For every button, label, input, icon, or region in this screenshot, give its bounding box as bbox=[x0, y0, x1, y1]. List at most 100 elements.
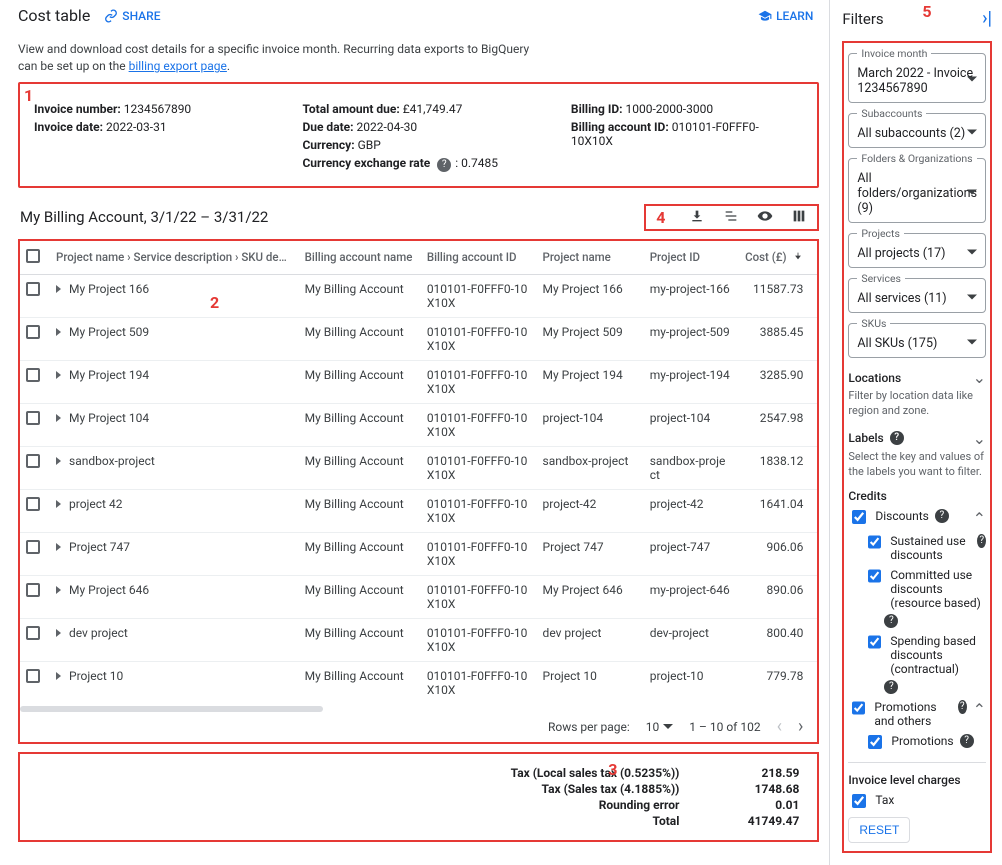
cell-project-name: My Project 194 bbox=[537, 360, 644, 403]
promotions-checkbox[interactable]: Promotions and others?⌃ bbox=[848, 700, 986, 728]
share-label: SHARE bbox=[122, 9, 160, 23]
invoice-date: 2022-03-31 bbox=[106, 120, 167, 134]
expand-row-icon[interactable] bbox=[56, 543, 61, 551]
tax-local: 218.59 bbox=[719, 766, 799, 780]
learn-button[interactable]: LEARN bbox=[758, 9, 819, 23]
currency: GBP bbox=[358, 138, 381, 152]
col-billing-account-id[interactable]: Billing account ID bbox=[421, 241, 537, 275]
table-row[interactable]: My Project 646My Billing Account010101-F… bbox=[20, 575, 817, 618]
table-row[interactable]: Project 747My Billing Account010101-F0FF… bbox=[20, 532, 817, 575]
expand-row-icon[interactable] bbox=[56, 457, 61, 465]
expand-row-icon[interactable] bbox=[56, 285, 61, 293]
tax-checkbox[interactable]: Tax bbox=[848, 793, 986, 811]
table-row[interactable]: My Project 104My Billing Account010101-F… bbox=[20, 403, 817, 446]
table-row[interactable]: My Project 166My Billing Account010101-F… bbox=[20, 274, 817, 317]
subaccounts-select[interactable]: Subaccounts All subaccounts (2) bbox=[848, 113, 986, 148]
table-row[interactable]: My Project 509My Billing Account010101-F… bbox=[20, 317, 817, 360]
row-checkbox[interactable] bbox=[26, 325, 40, 339]
expand-row-icon[interactable] bbox=[56, 586, 61, 594]
labels-section[interactable]: Labels?⌄ Select the key and values of th… bbox=[848, 429, 986, 480]
project-hierarchy: My Project 104 bbox=[69, 411, 149, 425]
expand-row-icon[interactable] bbox=[56, 672, 61, 680]
col-project-id[interactable]: Project ID bbox=[644, 241, 736, 275]
col-billing-account-name[interactable]: Billing account name bbox=[299, 241, 421, 275]
table-row[interactable]: sandbox-projectMy Billing Account010101-… bbox=[20, 446, 817, 489]
row-checkbox[interactable] bbox=[26, 497, 40, 511]
cell-project-id: project-10 bbox=[644, 661, 736, 704]
help-icon[interactable]: ? bbox=[884, 614, 898, 628]
visibility-icon[interactable] bbox=[757, 208, 773, 224]
discounts-checkbox[interactable]: Discounts?⌃ bbox=[848, 509, 986, 528]
collapse-panel-icon[interactable]: ›| bbox=[982, 8, 992, 29]
reset-button[interactable]: RESET bbox=[848, 817, 910, 843]
cell-billing-account-id: 010101-F0FFF0-10X10X bbox=[421, 532, 537, 575]
callout-1: 1 bbox=[24, 86, 33, 105]
row-checkbox[interactable] bbox=[26, 368, 40, 382]
select-all-checkbox[interactable] bbox=[26, 249, 40, 263]
row-checkbox[interactable] bbox=[26, 454, 40, 468]
cell-project-name: My Project 646 bbox=[537, 575, 644, 618]
cell-project-id: sandbox-project bbox=[644, 446, 736, 489]
row-checkbox[interactable] bbox=[26, 540, 40, 554]
sustained-use-checkbox[interactable]: Sustained use discounts? bbox=[864, 534, 986, 562]
columns-icon[interactable] bbox=[791, 208, 807, 224]
cell-billing-account-id: 010101-F0FFF0-10X10X bbox=[421, 446, 537, 489]
tax-sales: 1748.68 bbox=[719, 782, 799, 796]
committed-use-checkbox[interactable]: Committed use discounts (resource based) bbox=[864, 568, 986, 610]
projects-select[interactable]: Projects All projects (17) bbox=[848, 233, 986, 268]
row-checkbox[interactable] bbox=[26, 282, 40, 296]
caret-down-icon bbox=[967, 71, 977, 86]
rows-per-page-select[interactable]: 10 bbox=[646, 720, 674, 734]
skus-select[interactable]: SKUs All SKUs (175) bbox=[848, 323, 986, 358]
graduation-icon bbox=[758, 9, 772, 23]
cell-cost: 2547.98 bbox=[736, 403, 818, 446]
cell-project-name: My Project 509 bbox=[537, 317, 644, 360]
help-icon[interactable]: ? bbox=[890, 431, 904, 445]
cell-project-name: My Project 166 bbox=[537, 274, 644, 317]
row-checkbox[interactable] bbox=[26, 669, 40, 683]
table-row[interactable]: project 42My Billing Account010101-F0FFF… bbox=[20, 489, 817, 532]
invoice-month-select[interactable]: Invoice month March 2022 - Invoice 12345… bbox=[848, 53, 986, 103]
expand-row-icon[interactable] bbox=[56, 414, 61, 422]
row-checkbox[interactable] bbox=[26, 411, 40, 425]
expand-rows-icon[interactable] bbox=[723, 208, 739, 224]
cell-cost: 890.06 bbox=[736, 575, 818, 618]
expand-row-icon[interactable] bbox=[56, 371, 61, 379]
cell-billing-account-name: My Billing Account bbox=[299, 489, 421, 532]
cell-project-id: project-747 bbox=[644, 532, 736, 575]
next-page-button[interactable]: › bbox=[798, 718, 803, 736]
download-icon[interactable] bbox=[689, 208, 705, 224]
spending-based-checkbox[interactable]: Spending based discounts (contractual) bbox=[864, 634, 986, 676]
cell-cost: 3885.45 bbox=[736, 317, 818, 360]
expand-row-icon[interactable] bbox=[56, 629, 61, 637]
cell-cost: 800.40 bbox=[736, 618, 818, 661]
col-cost[interactable]: Cost (£) bbox=[736, 241, 818, 275]
folders-select[interactable]: Folders & Organizations All folders/orga… bbox=[848, 158, 986, 223]
services-select[interactable]: Services All services (11) bbox=[848, 278, 986, 313]
row-checkbox[interactable] bbox=[26, 626, 40, 640]
row-checkbox[interactable] bbox=[26, 583, 40, 597]
expand-row-icon[interactable] bbox=[56, 328, 61, 336]
table-row[interactable]: Project 10My Billing Account010101-F0FFF… bbox=[20, 661, 817, 704]
prev-page-button[interactable]: ‹ bbox=[777, 718, 782, 736]
table-row[interactable]: My Project 194My Billing Account010101-F… bbox=[20, 360, 817, 403]
col-project-name[interactable]: Project name bbox=[537, 241, 644, 275]
intro-text: View and download cost details for a spe… bbox=[18, 41, 538, 76]
cell-billing-account-name: My Billing Account bbox=[299, 575, 421, 618]
billing-export-link[interactable]: billing export page bbox=[129, 59, 227, 73]
col-hierarchy[interactable]: Project name › Service description › SKU… bbox=[50, 241, 299, 275]
share-button[interactable]: SHARE bbox=[104, 9, 160, 23]
expand-row-icon[interactable] bbox=[56, 500, 61, 508]
page-title: Cost table bbox=[18, 6, 90, 25]
cell-billing-account-name: My Billing Account bbox=[299, 532, 421, 575]
cell-billing-account-id: 010101-F0FFF0-10X10X bbox=[421, 618, 537, 661]
help-icon[interactable]: ? bbox=[884, 680, 898, 694]
table-toolbar: 4 bbox=[644, 204, 819, 231]
callout-4: 4 bbox=[656, 208, 665, 227]
help-icon[interactable]: ? bbox=[437, 158, 451, 172]
cell-project-name: Project 10 bbox=[537, 661, 644, 704]
chevron-down-icon: ⌄ bbox=[973, 368, 986, 387]
table-row[interactable]: dev projectMy Billing Account010101-F0FF… bbox=[20, 618, 817, 661]
cell-billing-account-id: 010101-F0FFF0-10X10X bbox=[421, 661, 537, 704]
locations-section[interactable]: Locations⌄ Filter by location data like … bbox=[848, 368, 986, 419]
